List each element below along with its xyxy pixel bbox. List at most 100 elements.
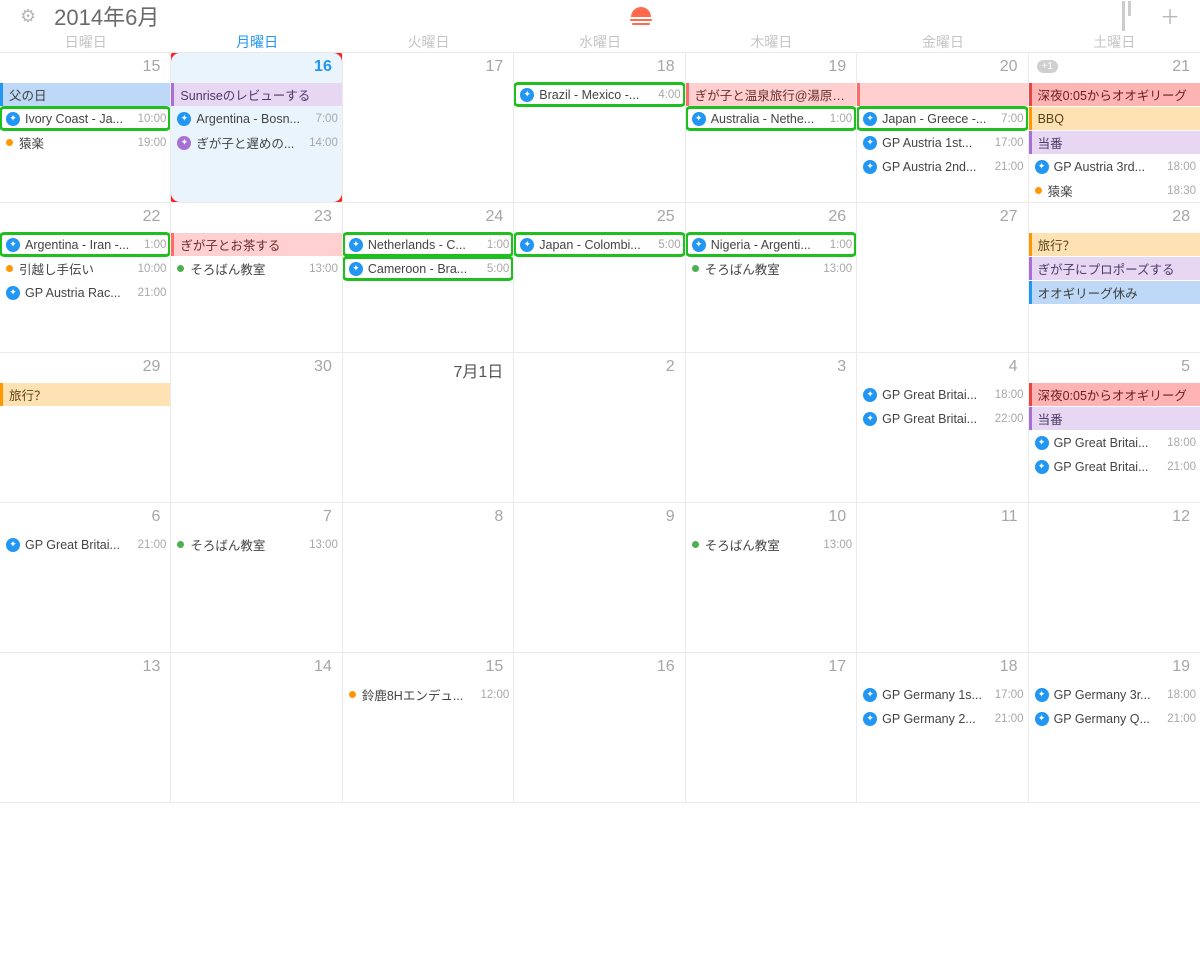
calendar-event[interactable]: ✦GP Austria 1st...17:00: [857, 131, 1027, 154]
event-icon: ✦: [1035, 160, 1049, 174]
day-number: 16: [657, 658, 675, 676]
event-icon: ✦: [1035, 688, 1049, 702]
calendar-event[interactable]: ✦GP Germany 1s...17:00: [857, 683, 1027, 706]
day-cell[interactable]: 14: [171, 653, 342, 803]
day-cell[interactable]: 24✦Netherlands - C...1:00✦Cameroon - Bra…: [343, 203, 514, 353]
day-cell[interactable]: 22✦Argentina - Iran -...1:00引越し手伝い10:00✦…: [0, 203, 171, 353]
calendar-event[interactable]: ✦Nigeria - Argenti...1:00: [686, 233, 856, 256]
day-cell[interactable]: 19ぎが子と温泉旅行@湯原温泉✦Australia - Nethe...1:00: [686, 53, 857, 203]
calendar-event[interactable]: ✦GP Austria 2nd...21:00: [857, 155, 1027, 178]
calendar-event[interactable]: ✦Japan - Greece -...7:00: [857, 107, 1027, 130]
calendar-event[interactable]: 猿楽19:00: [0, 131, 170, 154]
calendar-event[interactable]: 当番: [1029, 131, 1200, 154]
calendar-event[interactable]: ✦GP Germany 2...21:00: [857, 707, 1027, 730]
day-cell[interactable]: 16: [514, 653, 685, 803]
day-cell[interactable]: 30: [171, 353, 342, 503]
day-cell[interactable]: 16Sunriseのレビューする✦Argentina - Bosn...7:00…: [171, 53, 342, 203]
weekday-label[interactable]: 水曜日: [514, 32, 685, 52]
day-cell[interactable]: 13: [0, 653, 171, 803]
event-time: 13:00: [823, 539, 852, 551]
day-cell[interactable]: 7月1日: [343, 353, 514, 503]
calendar-event[interactable]: ✦Argentina - Bosn...7:00: [171, 107, 341, 130]
calendar-event[interactable]: ぎが子にプロポーズする: [1029, 257, 1200, 280]
calendar-event[interactable]: ✦Netherlands - C...1:00: [343, 233, 513, 256]
day-cell[interactable]: 15鈴鹿8Hエンデュ...12:00: [343, 653, 514, 803]
calendar-event[interactable]: ✦Japan - Colombi...5:00: [514, 233, 684, 256]
calendar-event[interactable]: [857, 83, 1027, 106]
calendar-event[interactable]: ✦GP Germany 3r...18:00: [1029, 683, 1200, 706]
calendar-event[interactable]: BBQ: [1029, 107, 1200, 130]
calendar-event[interactable]: 父の日: [0, 83, 170, 106]
add-icon[interactable]: ＋: [1160, 1, 1180, 31]
event-icon: ✦: [863, 136, 877, 150]
day-cell[interactable]: 26✦Nigeria - Argenti...1:00そろばん教室13:00: [686, 203, 857, 353]
calendar-event[interactable]: ✦GP Austria Rac...21:00: [0, 281, 170, 304]
calendar-event[interactable]: 深夜0:05からオオギリーグ: [1029, 83, 1200, 106]
day-cell[interactable]: 8: [343, 503, 514, 653]
overflow-badge[interactable]: +1: [1037, 60, 1058, 73]
day-cell[interactable]: 3: [686, 353, 857, 503]
day-cell[interactable]: 17: [686, 653, 857, 803]
calendar-event[interactable]: 鈴鹿8Hエンデュ...12:00: [343, 683, 513, 706]
calendar-event[interactable]: ✦Cameroon - Bra...5:00: [343, 257, 513, 280]
day-cell[interactable]: 18✦Brazil - Mexico -...4:00: [514, 53, 685, 203]
calendar-event[interactable]: そろばん教室13:00: [686, 533, 856, 556]
day-cell[interactable]: 2: [514, 353, 685, 503]
calendar-event[interactable]: ✦GP Great Britai...18:00: [1029, 431, 1200, 454]
calendar-event[interactable]: ぎが子と温泉旅行@湯原温泉: [686, 83, 856, 106]
calendar-event[interactable]: ぎが子とお茶する: [171, 233, 341, 256]
calendar-event[interactable]: 当番: [1029, 407, 1200, 430]
day-cell[interactable]: 21+1深夜0:05からオオギリーグBBQ当番✦GP Austria 3rd..…: [1029, 53, 1200, 203]
calendar-event[interactable]: 猿楽18:30: [1029, 179, 1200, 202]
day-cell[interactable]: 12: [1029, 503, 1200, 653]
calendar-event[interactable]: 深夜0:05からオオギリーグ: [1029, 383, 1200, 406]
day-cell[interactable]: 23ぎが子とお茶するそろばん教室13:00: [171, 203, 342, 353]
weekday-label[interactable]: 月曜日: [171, 32, 342, 52]
calendar-event[interactable]: ✦ぎが子と遅めの...14:00: [171, 131, 341, 154]
calendar-event[interactable]: ✦GP Great Britai...21:00: [1029, 455, 1200, 478]
day-cell[interactable]: 20 ✦Japan - Greece -...7:00✦GP Austria 1…: [857, 53, 1028, 203]
calendar-event[interactable]: ✦GP Great Britai...18:00: [857, 383, 1027, 406]
day-cell[interactable]: 15父の日✦Ivory Coast - Ja...10:00猿楽19:00: [0, 53, 171, 203]
day-cell[interactable]: 4✦GP Great Britai...18:00✦GP Great Brita…: [857, 353, 1028, 503]
day-cell[interactable]: 25✦Japan - Colombi...5:00: [514, 203, 685, 353]
calendar-event[interactable]: ✦Brazil - Mexico -...4:00: [514, 83, 684, 106]
day-cell[interactable]: 18✦GP Germany 1s...17:00✦GP Germany 2...…: [857, 653, 1028, 803]
calendar-event[interactable]: そろばん教室13:00: [686, 257, 856, 280]
day-cell[interactable]: 17: [343, 53, 514, 203]
calendar-event[interactable]: ✦GP Great Britai...21:00: [0, 533, 170, 556]
calendar-event[interactable]: ✦GP Austria 3rd...18:00: [1029, 155, 1200, 178]
calendar-event[interactable]: ✦Australia - Nethe...1:00: [686, 107, 856, 130]
calendar-event[interactable]: オオギリーグ休み: [1029, 281, 1200, 304]
event-icon: ✦: [520, 238, 534, 252]
gear-icon[interactable]: ⚙: [20, 6, 36, 27]
calendar-event[interactable]: 引越し手伝い10:00: [0, 257, 170, 280]
month-title[interactable]: 2014年6月: [54, 0, 159, 32]
calendar-event[interactable]: そろばん教室13:00: [171, 257, 341, 280]
weekday-label[interactable]: 木曜日: [686, 32, 857, 52]
day-cell[interactable]: 7そろばん教室13:00: [171, 503, 342, 653]
day-cell[interactable]: 27: [857, 203, 1028, 353]
day-cell[interactable]: 6✦GP Great Britai...21:00: [0, 503, 171, 653]
day-cell[interactable]: 9: [514, 503, 685, 653]
calendar-event[interactable]: ✦GP Germany Q...21:00: [1029, 707, 1200, 730]
day-cell[interactable]: 11: [857, 503, 1028, 653]
weekday-label[interactable]: 火曜日: [343, 32, 514, 52]
calendar-event[interactable]: ✦Ivory Coast - Ja...10:00: [0, 107, 170, 130]
day-cell[interactable]: 19✦GP Germany 3r...18:00✦GP Germany Q...…: [1029, 653, 1200, 803]
day-cell[interactable]: 5深夜0:05からオオギリーグ当番✦GP Great Britai...18:0…: [1029, 353, 1200, 503]
weekday-label[interactable]: 日曜日: [0, 32, 171, 52]
day-cell[interactable]: 29旅行？: [0, 353, 171, 503]
calendar-event[interactable]: ✦GP Great Britai...22:00: [857, 407, 1027, 430]
weekday-label[interactable]: 土曜日: [1029, 32, 1200, 52]
weekday-label[interactable]: 金曜日: [857, 32, 1028, 52]
calendar-event[interactable]: ✦Argentina - Iran -...1:00: [0, 233, 170, 256]
event-time: 21:00: [1167, 461, 1196, 473]
calendar-event[interactable]: Sunriseのレビューする: [171, 83, 341, 106]
day-cell[interactable]: 10そろばん教室13:00: [686, 503, 857, 653]
calendar-event[interactable]: 旅行？: [0, 383, 170, 406]
calendar-event[interactable]: 旅行？: [1029, 233, 1200, 256]
calendar-event[interactable]: そろばん教室13:00: [171, 533, 341, 556]
view-columns-icon[interactable]: [1122, 1, 1138, 31]
day-cell[interactable]: 28旅行？ぎが子にプロポーズするオオギリーグ休み: [1029, 203, 1200, 353]
